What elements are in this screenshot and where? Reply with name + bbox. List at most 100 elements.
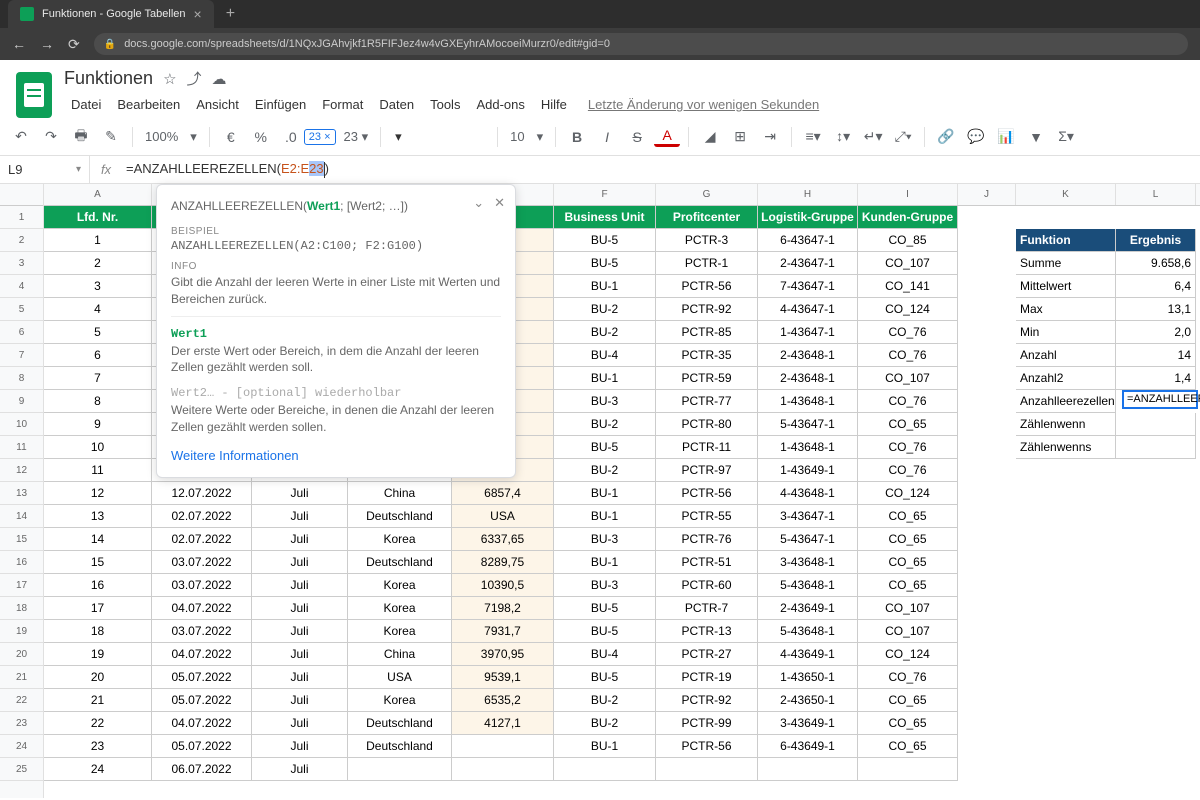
- cell[interactable]: 3-43648-1: [758, 551, 858, 574]
- cell[interactable]: 5-43648-1: [758, 620, 858, 643]
- cell[interactable]: CO_76: [858, 321, 958, 344]
- functions-icon[interactable]: Σ▾: [1053, 124, 1079, 150]
- active-cell-l9[interactable]: =ANZAHLLEER: [1122, 390, 1198, 409]
- browser-tab[interactable]: Funktionen - Google Tabellen ×: [8, 0, 214, 28]
- decimal-dec-icon[interactable]: .0: [278, 124, 304, 150]
- cell[interactable]: 2-43648-1: [758, 367, 858, 390]
- cell[interactable]: Korea: [348, 597, 452, 620]
- cell[interactable]: Korea: [348, 574, 452, 597]
- cell[interactable]: 7931,7: [452, 620, 554, 643]
- cell[interactable]: 4: [44, 298, 152, 321]
- cell[interactable]: 23: [44, 735, 152, 758]
- cell[interactable]: USA: [452, 505, 554, 528]
- bold-icon[interactable]: B: [564, 124, 590, 150]
- cell[interactable]: Juli: [252, 597, 348, 620]
- cell[interactable]: CO_124: [858, 298, 958, 321]
- cell[interactable]: 12.07.2022: [152, 482, 252, 505]
- more-info-link[interactable]: Weitere Informationen: [171, 448, 501, 463]
- borders-icon[interactable]: ⊞: [727, 124, 753, 150]
- menu-ansicht[interactable]: Ansicht: [189, 93, 246, 116]
- cell[interactable]: BU-5: [554, 620, 656, 643]
- text-color-icon[interactable]: A: [654, 127, 680, 147]
- row-header[interactable]: 4: [0, 275, 43, 298]
- cell[interactable]: BU-1: [554, 505, 656, 528]
- cell[interactable]: 13: [44, 505, 152, 528]
- cell[interactable]: CO_107: [858, 597, 958, 620]
- menu-addons[interactable]: Add-ons: [469, 93, 531, 116]
- cell[interactable]: 1: [44, 229, 152, 252]
- font-size[interactable]: 10: [506, 129, 528, 144]
- cell[interactable]: 06.07.2022: [152, 758, 252, 781]
- cell[interactable]: BU-1: [554, 367, 656, 390]
- cell[interactable]: 8289,75: [452, 551, 554, 574]
- side-value[interactable]: 9.658,6: [1116, 252, 1196, 275]
- cell[interactable]: 6337,65: [452, 528, 554, 551]
- cell[interactable]: PCTR-7: [656, 597, 758, 620]
- row-header[interactable]: 18: [0, 597, 43, 620]
- cell[interactable]: 7: [44, 367, 152, 390]
- cell[interactable]: Deutschland: [348, 735, 452, 758]
- select-all-corner[interactable]: [0, 184, 43, 206]
- row-header[interactable]: 2: [0, 229, 43, 252]
- cell[interactable]: 04.07.2022: [152, 712, 252, 735]
- sheets-logo[interactable]: [16, 72, 52, 118]
- cell[interactable]: BU-1: [554, 482, 656, 505]
- cell[interactable]: 6857,4: [452, 482, 554, 505]
- cell[interactable]: 3-43649-1: [758, 712, 858, 735]
- row-header[interactable]: 21: [0, 666, 43, 689]
- cell[interactable]: CO_65: [858, 574, 958, 597]
- cell[interactable]: BU-2: [554, 712, 656, 735]
- cell[interactable]: 03.07.2022: [152, 620, 252, 643]
- cell[interactable]: BU-3: [554, 390, 656, 413]
- cell[interactable]: 04.07.2022: [152, 597, 252, 620]
- cell[interactable]: Juli: [252, 712, 348, 735]
- italic-icon[interactable]: I: [594, 124, 620, 150]
- cell[interactable]: 18: [44, 620, 152, 643]
- percent-icon[interactable]: %: [248, 124, 274, 150]
- cell[interactable]: BU-1: [554, 735, 656, 758]
- link-icon[interactable]: 🔗: [933, 124, 959, 150]
- cell[interactable]: China: [348, 643, 452, 666]
- cell[interactable]: 7198,2: [452, 597, 554, 620]
- popup-collapse-icon[interactable]: ⌄: [473, 195, 484, 211]
- cell[interactable]: PCTR-3: [656, 229, 758, 252]
- cell[interactable]: Juli: [252, 735, 348, 758]
- cell[interactable]: Juli: [252, 643, 348, 666]
- cell[interactable]: PCTR-92: [656, 298, 758, 321]
- cell[interactable]: 6: [44, 344, 152, 367]
- cell[interactable]: CO_124: [858, 482, 958, 505]
- row-header[interactable]: 9: [0, 390, 43, 413]
- side-label[interactable]: Anzahl: [1016, 344, 1116, 367]
- side-label[interactable]: Zählenwenns: [1016, 436, 1116, 459]
- cell[interactable]: PCTR-59: [656, 367, 758, 390]
- cell[interactable]: PCTR-19: [656, 666, 758, 689]
- cell[interactable]: 8: [44, 390, 152, 413]
- cell[interactable]: BU-2: [554, 689, 656, 712]
- cell[interactable]: BU-5: [554, 252, 656, 275]
- cell[interactable]: BU-2: [554, 459, 656, 482]
- cell[interactable]: 3-43647-1: [758, 505, 858, 528]
- cell[interactable]: 3: [44, 275, 152, 298]
- cell[interactable]: Juli: [252, 528, 348, 551]
- move-icon[interactable]: ⤴: [187, 68, 202, 89]
- cell[interactable]: Juli: [252, 620, 348, 643]
- cell[interactable]: Juli: [252, 505, 348, 528]
- cell[interactable]: 4-43649-1: [758, 643, 858, 666]
- cell[interactable]: 10390,5: [452, 574, 554, 597]
- row-header[interactable]: 11: [0, 436, 43, 459]
- forward-icon[interactable]: →: [40, 36, 54, 52]
- undo-icon[interactable]: ↶: [8, 124, 34, 150]
- cell[interactable]: BU-2: [554, 298, 656, 321]
- cell[interactable]: 4127,1: [452, 712, 554, 735]
- cell[interactable]: 4-43648-1: [758, 482, 858, 505]
- zoom-select[interactable]: 100%: [141, 129, 182, 144]
- cloud-icon[interactable]: ☁: [212, 70, 227, 88]
- cell[interactable]: 21: [44, 689, 152, 712]
- row-header[interactable]: 6: [0, 321, 43, 344]
- cell[interactable]: 03.07.2022: [152, 574, 252, 597]
- cell[interactable]: 17: [44, 597, 152, 620]
- cell[interactable]: 2-43647-1: [758, 252, 858, 275]
- row-header[interactable]: 8: [0, 367, 43, 390]
- cell[interactable]: 1-43650-1: [758, 666, 858, 689]
- cell[interactable]: 5: [44, 321, 152, 344]
